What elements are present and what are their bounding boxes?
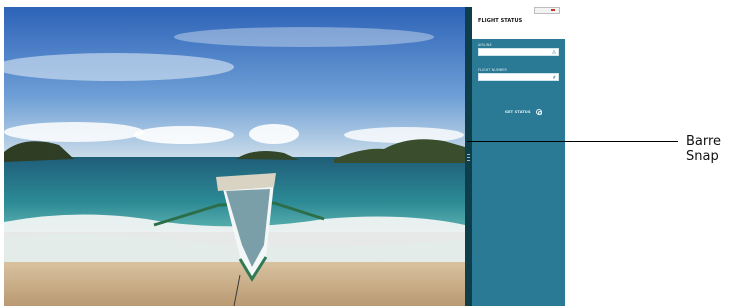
app-panel: AIRLINE ◬ FLIGHT NUMBER # GET STATUS	[472, 39, 565, 306]
close-icon	[551, 9, 555, 11]
snap-bar[interactable]	[465, 7, 472, 306]
airline-label: AIRLINE	[478, 43, 492, 47]
snap-bar-grip-icon[interactable]	[467, 154, 470, 163]
get-status-label[interactable]: GET STATUS	[505, 110, 531, 114]
app-header: FLIGHT STATUS	[472, 7, 565, 39]
beach-photo	[4, 7, 465, 306]
callout-label: Barre Snap	[686, 134, 722, 164]
desktop-wallpaper	[4, 7, 465, 306]
callout-line	[467, 141, 678, 142]
airline-input[interactable]: ◬	[478, 48, 559, 56]
airline-icon: ◬	[552, 49, 556, 55]
search-icon[interactable]	[536, 109, 542, 115]
flight-number-input[interactable]: #	[478, 73, 559, 81]
hash-icon: #	[552, 75, 556, 80]
app-title: FLIGHT STATUS	[478, 18, 523, 24]
flight-number-label: FLIGHT NUMBER	[478, 68, 507, 72]
app-window-button[interactable]	[534, 7, 560, 14]
